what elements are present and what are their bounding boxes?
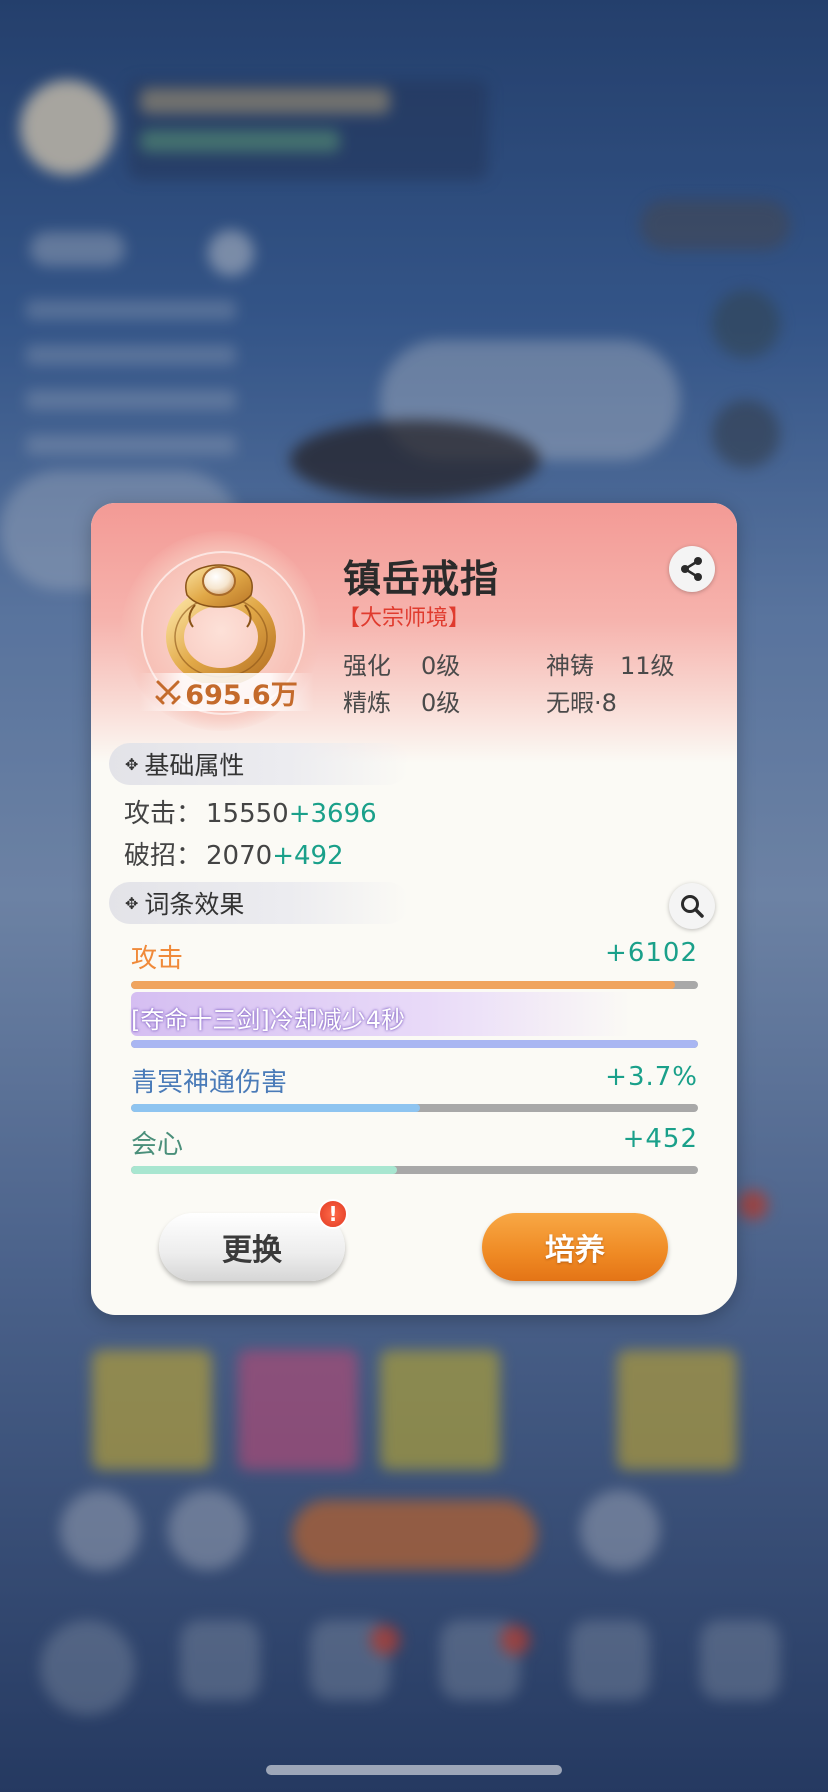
home-indicator[interactable]	[266, 1765, 562, 1775]
stat-divine-forge: 神铸 11级	[546, 652, 675, 680]
effect-row-skill-cooldown: [夺命十三剑]冷却减少4秒	[131, 992, 698, 1048]
effects-header: ✥ 词条效果	[109, 882, 409, 924]
diamond-bullet-icon: ✥	[125, 893, 139, 913]
effect-label: 会心	[131, 1130, 184, 1160]
share-button[interactable]	[669, 546, 715, 592]
equipment-detail-card: 695.6万 镇岳戒指 【大宗师境】 强化 0级 精炼 0级 神铸 11级 无暇·8 …	[91, 503, 737, 1315]
effect-row-attack: 攻击 +6102	[131, 938, 698, 989]
alert-badge: !	[318, 1199, 348, 1229]
search-button[interactable]	[669, 883, 715, 929]
stat-enhance: 强化 0级	[343, 652, 461, 680]
item-name: 镇岳戒指	[343, 557, 500, 601]
stat-flawless: 无暇·8	[546, 689, 617, 717]
replace-button[interactable]: 更换	[159, 1213, 345, 1281]
search-icon	[681, 895, 704, 918]
diamond-bullet-icon: ✥	[125, 754, 139, 774]
stat-refine: 精炼 0级	[343, 689, 461, 717]
train-button[interactable]: 培养	[482, 1213, 668, 1281]
effect-label: [夺命十三剑]冷却减少4秒	[131, 1006, 405, 1034]
item-tier: 【大宗师境】	[338, 606, 471, 631]
effect-bar	[131, 1104, 698, 1112]
effect-bar	[131, 1040, 698, 1048]
effect-value: +452	[622, 1124, 698, 1154]
gold-ring-icon	[166, 564, 276, 683]
effect-row-critical: 会心 +452	[131, 1124, 698, 1174]
attr-break: 破招： 2070+492	[124, 841, 344, 871]
combat-power: 695.6万	[139, 673, 314, 711]
crossed-swords-icon	[155, 680, 181, 705]
effect-row-qingming-damage: 青冥神通伤害 +3.7%	[131, 1062, 698, 1112]
effect-value: +3.7%	[605, 1062, 698, 1092]
share-icon	[681, 557, 702, 581]
base-attributes-header: ✥ 基础属性	[109, 743, 409, 785]
effect-bar	[131, 981, 698, 989]
combat-power-value: 695.6万	[185, 679, 298, 711]
attr-attack: 攻击： 15550+3696	[124, 799, 377, 829]
effect-value: +6102	[605, 938, 698, 968]
effect-bar	[131, 1166, 698, 1174]
